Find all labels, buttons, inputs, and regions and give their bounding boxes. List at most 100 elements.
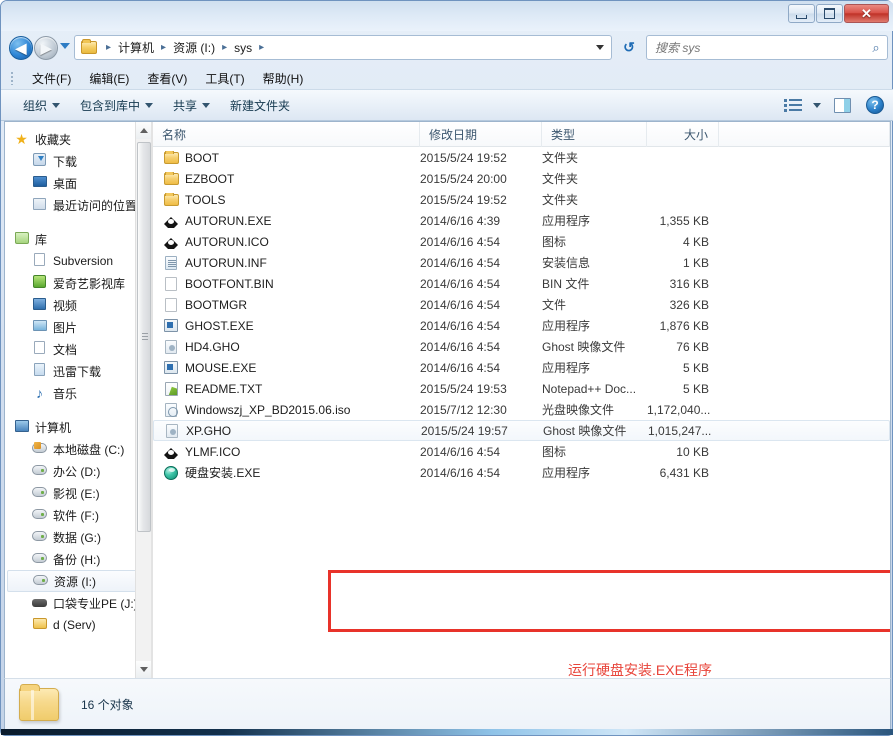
sidebar-item-drive-f[interactable]: 软件 (F:) xyxy=(5,504,151,526)
file-row[interactable]: YLMF.ICO2014/6/16 4:54图标10 KB xyxy=(153,441,890,462)
file-row[interactable]: BOOTMGR2014/6/16 4:54文件326 KB xyxy=(153,294,890,315)
sidebar-item-network-d-serv[interactable]: d (Serv) xyxy=(5,614,151,636)
sidebar-item-subversion[interactable]: Subversion xyxy=(5,250,151,272)
breadcrumb-separator-1[interactable]: ▸ xyxy=(156,42,171,53)
file-size-cell: 76 KB xyxy=(647,340,719,354)
file-name-cell: AUTORUN.EXE xyxy=(153,214,420,228)
file-row[interactable]: EZBOOT2015/5/24 20:00文件夹 xyxy=(153,168,890,189)
navigation-pane[interactable]: ★ 收藏夹 下载 桌面 最近访问的位置 xyxy=(5,122,151,678)
breadcrumb-separator-0[interactable]: ▸ xyxy=(101,42,116,53)
sidebar-scrollbar[interactable] xyxy=(135,122,151,678)
file-row[interactable]: AUTORUN.ICO2014/6/16 4:54图标4 KB xyxy=(153,231,890,252)
column-header-size[interactable]: 大小 xyxy=(647,122,719,147)
file-row[interactable]: AUTORUN.INF2014/6/16 4:54安装信息1 KB xyxy=(153,252,890,273)
search-icon[interactable]: ⌕ xyxy=(865,40,887,56)
sidebar-item-videos[interactable]: 视频 xyxy=(5,294,151,316)
file-name-label: HD4.GHO xyxy=(185,340,240,354)
menu-bar: 文件(F) 编辑(E) 查看(V) 工具(T) 帮助(H) xyxy=(1,67,893,89)
address-history-dropdown-icon[interactable] xyxy=(596,45,604,50)
sidebar-item-music[interactable]: ♪ 音乐 xyxy=(5,382,151,404)
sidebar-item-drive-c[interactable]: 本地磁盘 (C:) xyxy=(5,438,151,460)
menu-tools[interactable]: 工具(T) xyxy=(196,68,253,89)
file-row[interactable]: XP.GHO2015/5/24 19:57Ghost 映像文件1,015,247… xyxy=(153,420,890,441)
file-type-cell: 文件 xyxy=(542,296,647,313)
breadcrumb-drive[interactable]: 资源 (I:) xyxy=(171,39,217,56)
search-input[interactable] xyxy=(647,41,865,55)
disc-image-icon xyxy=(162,403,180,417)
video-icon xyxy=(31,298,48,313)
sidebar-item-drive-e[interactable]: 影视 (E:) xyxy=(5,482,151,504)
toolbar-share[interactable]: 共享 xyxy=(163,93,220,118)
file-row[interactable]: BOOTFONT.BIN2014/6/16 4:54BIN 文件316 KB xyxy=(153,273,890,294)
sidebar-item-drive-c-label: 本地磁盘 (C:) xyxy=(53,441,124,458)
sidebar-group-libraries[interactable]: 库 xyxy=(5,228,151,250)
file-row[interactable]: 硬盘安装.EXE2014/6/16 4:54应用程序6,431 KB xyxy=(153,462,890,483)
sidebar-item-desktop[interactable]: 桌面 xyxy=(5,172,151,194)
preview-pane-icon[interactable] xyxy=(834,98,851,113)
file-row[interactable]: README.TXT2015/5/24 19:53Notepad++ Doc..… xyxy=(153,378,890,399)
menu-help[interactable]: 帮助(H) xyxy=(254,68,313,89)
address-bar[interactable]: ▸ 计算机 ▸ 资源 (I:) ▸ sys ▸ xyxy=(74,35,612,60)
sidebar-item-thunder-download[interactable]: 迅雷下载 xyxy=(5,360,151,382)
sidebar-item-recent-places[interactable]: 最近访问的位置 xyxy=(5,194,151,216)
forward-button[interactable]: ▶ xyxy=(34,36,58,60)
refresh-button[interactable]: ↺ xyxy=(617,35,641,60)
search-box[interactable]: ⌕ xyxy=(646,35,888,60)
breadcrumb-separator-2[interactable]: ▸ xyxy=(217,42,232,53)
file-name-label: BOOTMGR xyxy=(185,298,247,312)
view-dropdown-icon[interactable] xyxy=(813,103,821,108)
menu-drag-grip[interactable] xyxy=(10,71,14,85)
help-icon[interactable]: ? xyxy=(866,96,884,114)
recent-pages-dropdown-icon[interactable] xyxy=(60,43,70,49)
sidebar-item-iqiyi[interactable]: 爱奇艺影视库 xyxy=(5,272,151,294)
sidebar-item-pictures[interactable]: 图片 xyxy=(5,316,151,338)
sidebar-item-drive-d[interactable]: 办公 (D:) xyxy=(5,460,151,482)
drive-icon xyxy=(31,486,48,500)
file-row[interactable]: BOOT2015/5/24 19:52文件夹 xyxy=(153,147,890,168)
annotation-highlight-rectangle xyxy=(328,570,890,632)
breadcrumb-sys[interactable]: sys xyxy=(232,41,254,55)
change-view-icon[interactable] xyxy=(784,97,804,113)
file-name-label: AUTORUN.INF xyxy=(185,256,267,270)
file-rows-container: BOOT2015/5/24 19:52文件夹EZBOOT2015/5/24 20… xyxy=(153,147,890,483)
close-button[interactable]: ✕ xyxy=(844,4,889,23)
sidebar-item-drive-i[interactable]: 资源 (I:) xyxy=(7,570,149,592)
file-row[interactable]: HD4.GHO2014/6/16 4:54Ghost 映像文件76 KB xyxy=(153,336,890,357)
toolbar-organize-label: 组织 xyxy=(23,97,47,114)
scroll-down-icon[interactable] xyxy=(136,661,151,678)
sidebar-item-documents[interactable]: 文档 xyxy=(5,338,151,360)
drive-icon xyxy=(32,574,49,588)
column-header-type[interactable]: 类型 xyxy=(542,122,647,147)
column-header-name[interactable]: 名称 xyxy=(153,122,420,147)
menu-file[interactable]: 文件(F) xyxy=(23,68,80,89)
breadcrumb-computer[interactable]: 计算机 xyxy=(116,39,156,56)
sidebar-group-favorites[interactable]: ★ 收藏夹 xyxy=(5,128,151,150)
maximize-button[interactable] xyxy=(816,4,843,23)
sidebar-scrollbar-thumb[interactable] xyxy=(137,142,151,532)
scroll-up-icon[interactable] xyxy=(136,122,151,139)
menu-edit[interactable]: 编辑(E) xyxy=(80,68,138,89)
minimize-button[interactable] xyxy=(788,4,815,23)
column-header-date-modified[interactable]: 修改日期 xyxy=(420,122,542,147)
breadcrumb-separator-3[interactable]: ▸ xyxy=(254,42,269,53)
back-button[interactable]: ◀ xyxy=(9,36,33,60)
sidebar-item-drive-g[interactable]: 数据 (G:) xyxy=(5,526,151,548)
sidebar-item-downloads[interactable]: 下载 xyxy=(5,150,151,172)
toolbar-new-folder[interactable]: 新建文件夹 xyxy=(220,93,300,118)
menu-view[interactable]: 查看(V) xyxy=(138,68,196,89)
toolbar-include-in-library[interactable]: 包含到库中 xyxy=(70,93,163,118)
file-name-cell: GHOST.EXE xyxy=(153,319,420,333)
sidebar-item-drive-g-label: 数据 (G:) xyxy=(53,529,101,546)
toolbar-organize[interactable]: 组织 xyxy=(13,93,70,118)
file-list-pane[interactable]: 名称 修改日期 类型 大小 BOOT2015/5/24 19:52文件夹EZBO… xyxy=(153,122,890,678)
sidebar-item-drive-j[interactable]: 口袋专业PE (J:) xyxy=(5,592,151,614)
sidebar-item-drive-h[interactable]: 备份 (H:) xyxy=(5,548,151,570)
folder-icon xyxy=(162,194,180,206)
file-row[interactable]: MOUSE.EXE2014/6/16 4:54应用程序5 KB xyxy=(153,357,890,378)
file-row[interactable]: TOOLS2015/5/24 19:52文件夹 xyxy=(153,189,890,210)
file-date-cell: 2014/6/16 4:39 xyxy=(420,214,542,228)
file-row[interactable]: GHOST.EXE2014/6/16 4:54应用程序1,876 KB xyxy=(153,315,890,336)
sidebar-group-computer[interactable]: 计算机 xyxy=(5,416,151,438)
file-row[interactable]: AUTORUN.EXE2014/6/16 4:39应用程序1,355 KB xyxy=(153,210,890,231)
file-row[interactable]: Windowszj_XP_BD2015.06.iso2015/7/12 12:3… xyxy=(153,399,890,420)
